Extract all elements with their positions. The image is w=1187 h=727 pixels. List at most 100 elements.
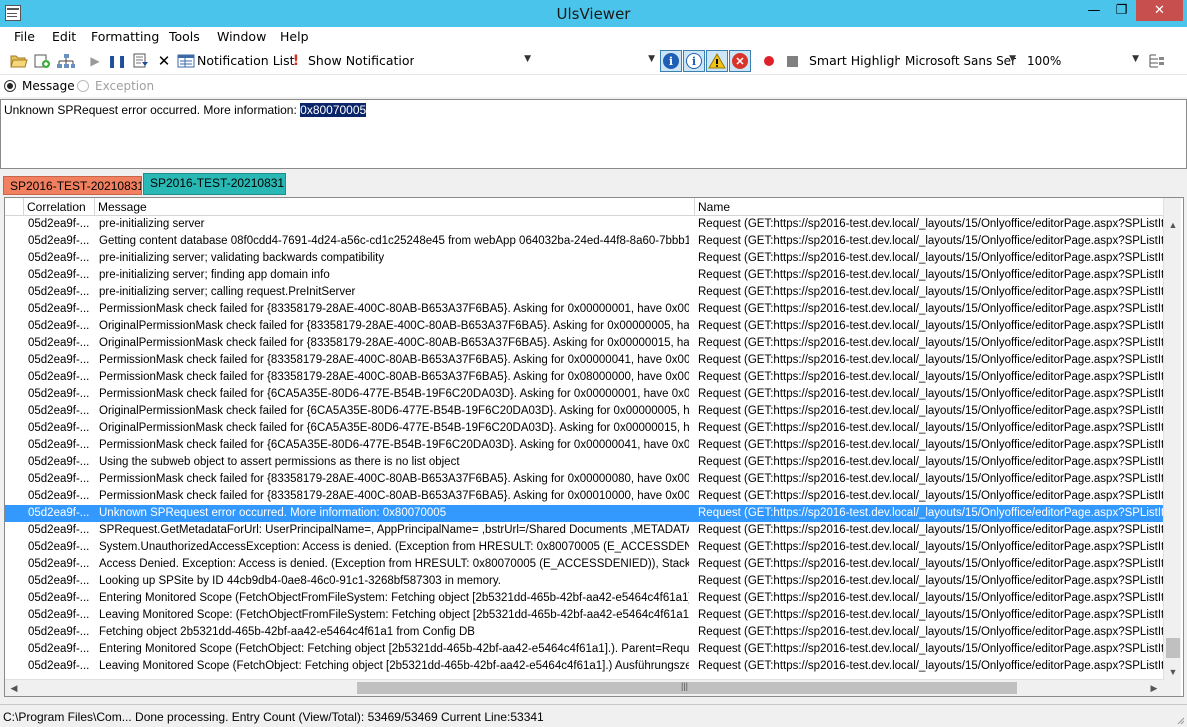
warning-filter-button[interactable]	[706, 50, 728, 72]
filter-combo-2[interactable]: ▼	[538, 51, 660, 70]
cell-message: SPRequest.GetMetadataForUrl: UserPrincip…	[99, 524, 689, 536]
horizontal-scrollbar[interactable]: ◀ ||| ▶	[5, 679, 1163, 696]
tree-icon[interactable]	[56, 53, 76, 69]
stop-icon[interactable]	[785, 53, 799, 69]
zoom-combo[interactable]: 100% ▼	[1022, 51, 1144, 70]
detail-text[interactable]: Unknown SPRequest error occurred. More i…	[4, 103, 367, 117]
table-row[interactable]: 05d2ea9f-... PermissionMask check failed …	[5, 369, 1163, 386]
menu-file[interactable]: File	[14, 29, 35, 44]
table-row[interactable]: 05d2ea9f-... Entering Monitored Scope (Fe…	[5, 590, 1163, 607]
table-row[interactable]: 05d2ea9f-... Getting content database 08f…	[5, 233, 1163, 250]
cell-correlation: 05d2ea9f-...	[28, 388, 90, 400]
table-row[interactable]: 05d2ea9f-... Looking up SPSite by ID 44cb…	[5, 573, 1163, 590]
layout-icon[interactable]	[1148, 53, 1166, 69]
info-filter-button[interactable]: i	[683, 50, 705, 72]
clear-icon[interactable]: ✕	[157, 52, 171, 70]
column-header-correlation[interactable]: Correlation	[24, 198, 95, 216]
table-row[interactable]: 05d2ea9f-... PermissionMask check failed …	[5, 301, 1163, 318]
table-row[interactable]: 05d2ea9f-... OriginalPermissionMask check…	[5, 318, 1163, 335]
column-header-name[interactable]: Name	[695, 198, 1163, 216]
table-row[interactable]: 05d2ea9f-... pre-initializing server; val…	[5, 250, 1163, 267]
column-header-message[interactable]: Message	[95, 198, 695, 216]
maximize-button[interactable]: ❐	[1108, 0, 1135, 21]
cell-name: Request (GET:https://sp2016-test.dev.loc…	[698, 218, 1163, 230]
notification-list-label[interactable]: Notification List	[197, 53, 295, 68]
table-row[interactable]: 05d2ea9f-... Unknown SPRequest error occu…	[5, 505, 1163, 522]
resize-grip-icon[interactable]	[1175, 715, 1185, 725]
scroll-up-icon[interactable]: ▲	[1164, 216, 1182, 233]
notification-list-icon[interactable]	[177, 53, 195, 69]
table-row[interactable]: 05d2ea9f-... OriginalPermissionMask check…	[5, 403, 1163, 420]
menu-window[interactable]: Window	[217, 29, 266, 44]
table-row[interactable]: 05d2ea9f-... OriginalPermissionMask check…	[5, 420, 1163, 437]
reload-icon[interactable]	[33, 53, 51, 69]
cell-name: Request (GET:https://sp2016-test.dev.loc…	[698, 490, 1163, 502]
filter-icon[interactable]	[132, 53, 150, 69]
minimize-button[interactable]: —	[1081, 0, 1107, 21]
cell-correlation: 05d2ea9f-...	[28, 405, 90, 417]
cell-message: OriginalPermissionMask check failed for …	[99, 422, 689, 434]
tab-log-2[interactable]: SP2016-TEST-20210831...	[143, 173, 286, 195]
table-row[interactable]: 05d2ea9f-... OriginalPermissionMask check…	[5, 335, 1163, 352]
verbose-filter-button[interactable]: i	[660, 50, 682, 72]
menu-tools[interactable]: Tools	[169, 29, 200, 44]
table-row[interactable]: 05d2ea9f-... SPRequest.GetMetadataForUrl:…	[5, 522, 1163, 539]
exception-radio-label[interactable]: Exception	[95, 79, 154, 93]
menu-formatting[interactable]: Formatting	[91, 29, 159, 44]
log-grid[interactable]: Correlation Message Name 05d2ea9f-... pre…	[4, 197, 1184, 697]
table-row[interactable]: 05d2ea9f-... PermissionMask check failed …	[5, 488, 1163, 505]
cell-name: Request (GET:https://sp2016-test.dev.loc…	[698, 660, 1163, 672]
cell-correlation: 05d2ea9f-...	[28, 286, 90, 298]
vertical-scroll-thumb[interactable]	[1166, 638, 1180, 658]
vertical-scrollbar[interactable]: ▲ ▼	[1163, 198, 1181, 680]
title-bar: UlsViewer — ❐ ✕	[0, 0, 1187, 27]
table-row[interactable]: 05d2ea9f-... Fetching object 2b5321dd-465…	[5, 624, 1163, 641]
scroll-right-icon[interactable]: ▶	[1145, 680, 1163, 696]
grid-header: Correlation Message Name	[5, 198, 1163, 216]
table-row[interactable]: 05d2ea9f-... PermissionMask check failed …	[5, 437, 1163, 454]
play-icon[interactable]: ▶	[88, 53, 102, 69]
exception-radio[interactable]	[77, 80, 89, 92]
error-filter-button[interactable]: ✕	[729, 50, 751, 72]
message-radio[interactable]	[4, 80, 16, 92]
chevron-down-icon: ▼	[1009, 54, 1016, 64]
cell-correlation: 05d2ea9f-...	[28, 490, 90, 502]
cell-name: Request (GET:https://sp2016-test.dev.loc…	[698, 422, 1163, 434]
smart-highlight-label[interactable]: Smart Highlight	[809, 53, 907, 68]
exclamation-icon[interactable]: !	[290, 53, 302, 69]
column-header-marker[interactable]	[5, 198, 24, 216]
cell-message: OriginalPermissionMask check failed for …	[99, 320, 689, 332]
table-row[interactable]: 05d2ea9f-... pre-initializing server; cal…	[5, 284, 1163, 301]
scroll-down-icon[interactable]: ▼	[1164, 663, 1182, 680]
menu-help[interactable]: Help	[280, 29, 309, 44]
close-button[interactable]: ✕	[1136, 0, 1183, 21]
table-row[interactable]: 05d2ea9f-... PermissionMask check failed …	[5, 386, 1163, 403]
filter-combo-1[interactable]: ▼	[414, 51, 536, 70]
detail-prefix: Unknown SPRequest error occurred. More i…	[4, 103, 301, 117]
cell-message: Access Denied. Exception: Access is deni…	[99, 558, 689, 570]
table-row[interactable]: 05d2ea9f-... pre-initializing server; fin…	[5, 267, 1163, 284]
pause-icon[interactable]: ❚❚	[107, 53, 127, 69]
table-row[interactable]: 05d2ea9f-... Leaving Monitored Scope (Fet…	[5, 658, 1163, 675]
tab-log-1[interactable]: SP2016-TEST-20210831.	[3, 176, 142, 195]
table-row[interactable]: 05d2ea9f-... PermissionMask check failed …	[5, 352, 1163, 369]
folder-open-icon[interactable]	[10, 53, 28, 69]
window-title: UlsViewer	[556, 5, 631, 23]
scroll-left-icon[interactable]: ◀	[5, 680, 23, 696]
table-row[interactable]: 05d2ea9f-... PermissionMask check failed …	[5, 471, 1163, 488]
font-combo[interactable]: Microsoft Sans Ser ▼	[900, 51, 1021, 70]
table-row[interactable]: 05d2ea9f-... Using the subweb object to a…	[5, 454, 1163, 471]
table-row[interactable]: 05d2ea9f-... System.UnauthorizedAccessExc…	[5, 539, 1163, 556]
record-icon[interactable]	[762, 53, 776, 69]
cell-message: pre-initializing server; finding app dom…	[99, 269, 330, 281]
message-detail-pane[interactable]: Unknown SPRequest error occurred. More i…	[0, 99, 1187, 169]
message-radio-label[interactable]: Message	[22, 79, 75, 93]
table-row[interactable]: 05d2ea9f-... Entering Monitored Scope (Fe…	[5, 641, 1163, 658]
table-row[interactable]: 05d2ea9f-... Leaving Monitored Scope: (Fe…	[5, 607, 1163, 624]
table-row[interactable]: 05d2ea9f-... Access Denied. Exception: Ac…	[5, 556, 1163, 573]
cell-name: Request (GET:https://sp2016-test.dev.loc…	[698, 541, 1163, 553]
table-row[interactable]: 05d2ea9f-... pre-initializing server Reque…	[5, 216, 1163, 233]
menu-edit[interactable]: Edit	[52, 29, 76, 44]
cell-message: Getting content database 08f0cdd4-7691-4…	[99, 235, 689, 247]
show-notifications-label[interactable]: Show Notifications	[308, 53, 424, 68]
